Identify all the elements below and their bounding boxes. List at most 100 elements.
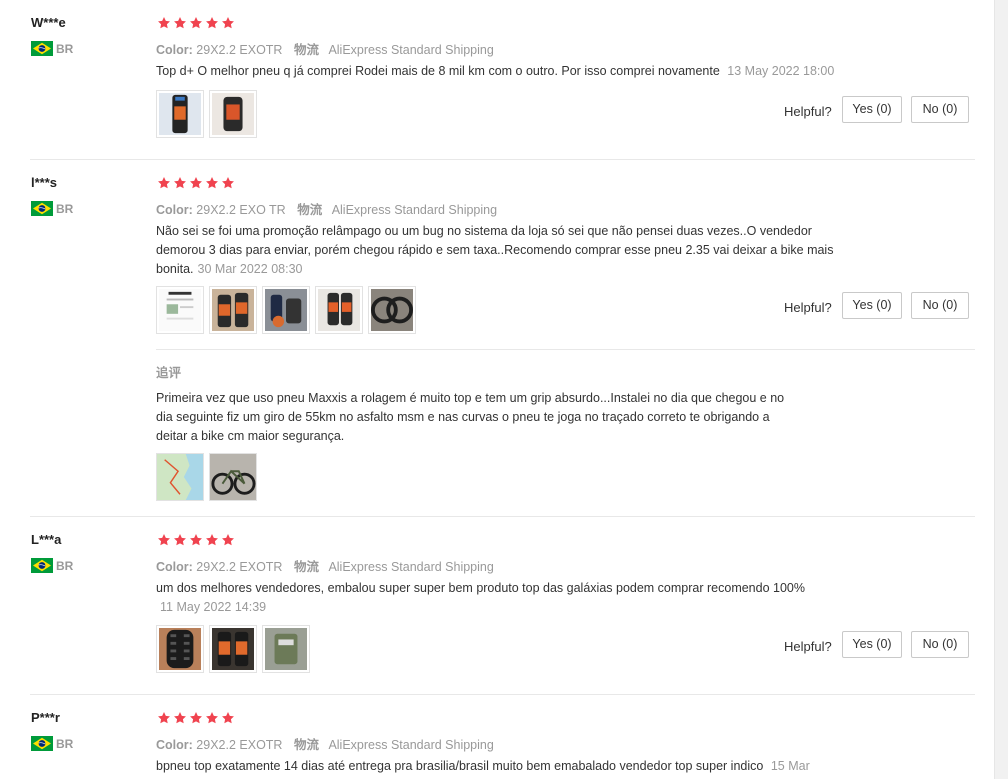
reviewer-country: BR — [31, 558, 73, 573]
page-scrollbar[interactable] — [994, 0, 1008, 779]
followup-line: Primeira vez que uso pneu Maxxis a rolag… — [156, 391, 785, 405]
followup-line: dia seguinte fiz um giro de 55km no asfa… — [156, 410, 770, 424]
tire-photo-icon — [318, 289, 360, 331]
helpful-yes-button[interactable]: Yes (0) — [842, 96, 902, 123]
followup-text: Primeira vez que uso pneu Maxxis a rolag… — [156, 389, 784, 446]
review-photo-thumbnail[interactable] — [262, 286, 310, 334]
review-body-line: demorou 3 dias para enviar, porém chegou… — [156, 243, 834, 257]
review-text: Top d+ O melhor pneu q já comprei Rodei … — [156, 62, 834, 81]
followup-photos — [156, 453, 257, 501]
review-date: 15 Mar — [770, 759, 810, 773]
review-photo-thumbnail[interactable] — [209, 625, 257, 673]
star-icon — [157, 711, 171, 725]
review-photo-thumbnail[interactable] — [368, 286, 416, 334]
review-body: bpneu top exatamente 14 dias até entrega… — [156, 759, 764, 773]
star-icon — [221, 533, 235, 547]
star-icon — [189, 533, 203, 547]
review-photo-thumbnail[interactable] — [156, 453, 204, 501]
review-photos — [156, 625, 310, 673]
review-text: um dos melhores vendedores, embalou supe… — [156, 579, 805, 617]
reviewer-name: W***e — [31, 15, 66, 30]
helpful-label: Helpful? — [784, 300, 832, 315]
tire-photo-icon — [212, 628, 254, 670]
review-photo-thumbnail[interactable] — [156, 90, 204, 138]
shipping-value: AliExpress Standard Shipping — [328, 738, 494, 752]
star-icon — [157, 176, 171, 190]
star-icon — [173, 16, 187, 30]
reviewer-country: BR — [31, 201, 73, 216]
country-code: BR — [56, 41, 74, 56]
shipping-value: AliExpress Standard Shipping — [331, 203, 498, 217]
helpful-no-button[interactable]: No (0) — [911, 292, 969, 319]
star-icon — [221, 176, 235, 190]
followup-line: deitar a bike cm maior segurança. — [156, 429, 345, 443]
bike-photo-icon — [210, 454, 256, 500]
review-photo-thumbnail[interactable] — [209, 90, 257, 138]
star-icon — [205, 176, 219, 190]
color-value: 29X2.2 EXO TR — [196, 203, 286, 217]
review-body-line: Não sei se foi uma promoção relâmpago ou… — [156, 224, 812, 238]
shipping-label: 物流 — [293, 43, 319, 57]
tire-photo-icon — [159, 93, 201, 135]
review-photo-thumbnail[interactable] — [156, 286, 204, 334]
star-icon — [205, 711, 219, 725]
color-label: Color: — [156, 738, 193, 752]
reviewer-country: BR — [31, 41, 73, 56]
country-code: BR — [56, 201, 74, 216]
review-meta: Color: 29X2.2 EXOTR 物流 AliExpress Standa… — [156, 734, 494, 753]
color-value: 29X2.2 EXOTR — [196, 560, 283, 574]
star-icon — [173, 711, 187, 725]
tire-photo-icon — [159, 628, 201, 670]
brazil-flag-icon — [31, 558, 53, 573]
color-label: Color: — [156, 560, 193, 574]
review-date: 30 Mar 2022 08:30 — [197, 262, 303, 276]
map-photo-icon — [157, 454, 203, 500]
helpful-no-button[interactable]: No (0) — [911, 96, 969, 123]
brazil-flag-icon — [31, 41, 53, 56]
shipping-label: 物流 — [293, 738, 319, 752]
star-icon — [189, 711, 203, 725]
shipping-label: 物流 — [293, 560, 319, 574]
review-photo-thumbnail[interactable] — [315, 286, 363, 334]
review-photo-thumbnail[interactable] — [209, 286, 257, 334]
helpful-no-button[interactable]: No (0) — [911, 631, 969, 658]
color-label: Color: — [156, 43, 193, 57]
review-divider — [30, 159, 975, 160]
star-icon — [205, 533, 219, 547]
reviewer-country: BR — [31, 736, 73, 751]
review-photo-thumbnail[interactable] — [209, 453, 257, 501]
star-icon — [173, 176, 187, 190]
reviewer-name: P***r — [31, 710, 60, 725]
star-icon — [157, 533, 171, 547]
brazil-flag-icon — [31, 736, 53, 751]
review-meta: Color: 29X2.2 EXOTR 物流 AliExpress Standa… — [156, 556, 494, 575]
shipping-label: 物流 — [297, 203, 323, 217]
shipping-value: AliExpress Standard Shipping — [328, 43, 494, 57]
review-body-line: bonita. — [156, 262, 194, 276]
review-meta: Color: 29X2.2 EXO TR 物流 AliExpress Stand… — [156, 199, 497, 218]
star-rating — [157, 176, 235, 190]
review-date: 11 May 2022 14:39 — [160, 600, 267, 614]
tire-photo-icon — [212, 93, 254, 135]
review-date: 13 May 2022 18:00 — [727, 64, 835, 78]
star-icon — [221, 16, 235, 30]
screenshot-photo-icon — [159, 289, 201, 331]
package-photo-icon — [265, 628, 307, 670]
tire-photo-icon — [371, 289, 413, 331]
star-icon — [221, 711, 235, 725]
reviewer-name: L***a — [31, 532, 62, 547]
review-body: Top d+ O melhor pneu q já comprei Rodei … — [156, 64, 720, 78]
helpful-yes-button[interactable]: Yes (0) — [842, 631, 902, 658]
star-icon — [189, 176, 203, 190]
star-rating — [157, 533, 235, 547]
helpful-yes-button[interactable]: Yes (0) — [842, 292, 902, 319]
review-photo-thumbnail[interactable] — [156, 625, 204, 673]
reviewer-name: l***s — [31, 175, 58, 190]
color-value: 29X2.2 EXOTR — [196, 43, 283, 57]
review-photo-thumbnail[interactable] — [262, 625, 310, 673]
star-icon — [173, 533, 187, 547]
review-text: Não sei se foi uma promoção relâmpago ou… — [156, 222, 833, 279]
helpful-label: Helpful? — [784, 639, 832, 654]
review-divider — [30, 694, 975, 695]
review-text: bpneu top exatamente 14 dias até entrega… — [156, 757, 810, 776]
